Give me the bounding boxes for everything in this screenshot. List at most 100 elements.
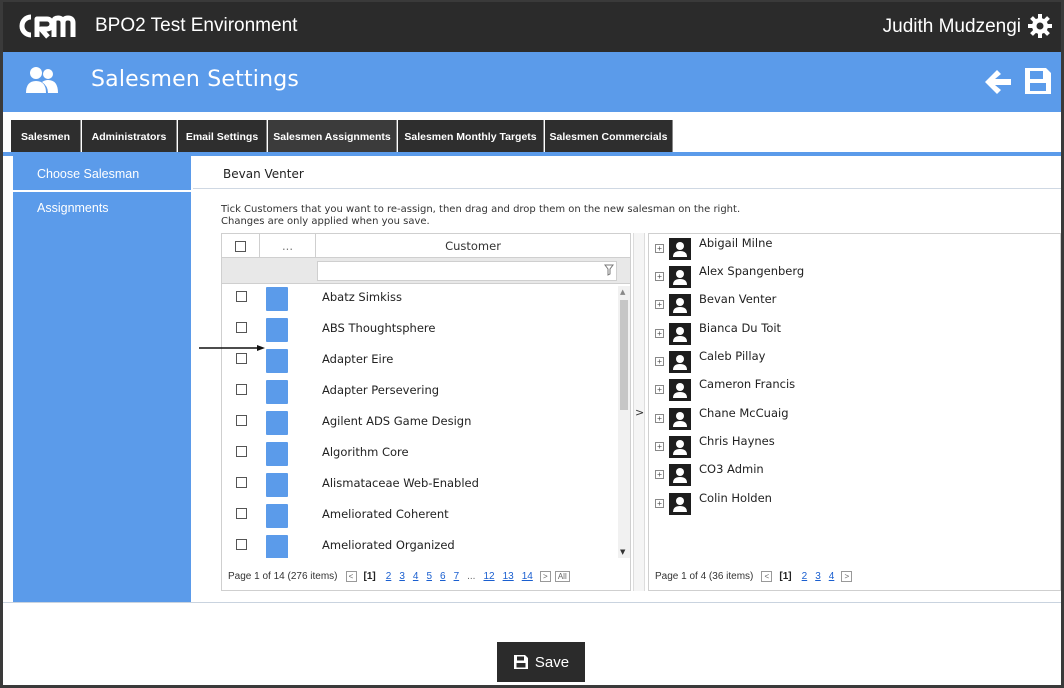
column-menu[interactable]: ... [260, 234, 316, 258]
tree-node[interactable]: + Bevan Venter [649, 292, 1049, 318]
page-link[interactable]: 14 [522, 571, 533, 582]
page-link[interactable]: 3 [399, 571, 405, 582]
user-name[interactable]: Judith Mudzengi [883, 16, 1021, 38]
selected-salesman-row[interactable]: Bevan Venter [193, 159, 1061, 189]
splitter-arrow[interactable]: > [635, 406, 644, 419]
table-row[interactable]: Algorithm Core [222, 441, 617, 472]
row-checkbox[interactable] [236, 508, 247, 519]
select-all-checkbox[interactable] [235, 240, 246, 252]
tab-bar: Salesmen Administrators Email Settings S… [3, 112, 1061, 154]
next-page-button[interactable]: > [539, 570, 551, 582]
tree-node[interactable]: + Alex Spangenberg [649, 264, 1049, 290]
tab-email-settings[interactable]: Email Settings [178, 120, 267, 154]
row-checkbox[interactable] [236, 384, 247, 395]
expand-icon[interactable]: + [655, 300, 664, 309]
tab-salesmen-monthly-targets[interactable]: Salesmen Monthly Targets [398, 120, 544, 154]
person-icon [669, 351, 691, 373]
tree-node[interactable]: + Chris Haynes [649, 434, 1049, 460]
salesman-name: Abigail Milne [699, 236, 773, 250]
table-row[interactable]: ABS Thoughtsphere [222, 317, 617, 348]
salesman-name: Alex Spangenberg [699, 264, 805, 278]
floppy-icon [513, 655, 528, 669]
save-button[interactable]: Save [497, 642, 585, 682]
expand-icon[interactable]: + [655, 357, 664, 366]
scroll-down-icon[interactable]: ▼ [620, 548, 625, 556]
expand-icon[interactable]: + [655, 244, 664, 253]
table-row[interactable]: Ameliorated Organized [222, 534, 617, 558]
tab-salesmen-assignments[interactable]: Salesmen Assignments [268, 120, 397, 154]
person-icon [669, 436, 691, 458]
column-header-customer[interactable]: Customer [316, 234, 630, 258]
expand-icon[interactable]: + [655, 470, 664, 479]
customer-filter-input[interactable] [317, 261, 617, 281]
person-icon [669, 464, 691, 486]
table-row[interactable]: Adapter Persevering [222, 379, 617, 410]
app-window: BPO2 Test Environment Judith Mudzengi Sa… [0, 0, 1064, 688]
row-checkbox[interactable] [236, 446, 247, 457]
app-title: BPO2 Test Environment [95, 15, 298, 36]
customer-name: ABS Thoughtsphere [322, 321, 436, 335]
tree-node[interactable]: + Bianca Du Toit [649, 321, 1049, 347]
row-checkbox[interactable] [236, 291, 247, 302]
tree-node[interactable]: + Caleb Pillay [649, 349, 1049, 375]
pointer-arrow [199, 345, 265, 351]
page-link[interactable]: 12 [483, 571, 494, 582]
prev-page-button[interactable]: < [345, 570, 357, 582]
scroll-up-icon[interactable]: ▲ [620, 288, 625, 296]
page-link[interactable]: 2 [386, 571, 392, 582]
tab-administrators[interactable]: Administrators [82, 120, 177, 154]
page-ellipsis[interactable]: ... [467, 571, 475, 582]
page-link[interactable]: 4 [413, 571, 419, 582]
sidebar-item-choose-salesman[interactable]: Choose Salesman [13, 158, 191, 190]
sidebar-item-assignments[interactable]: Assignments [13, 192, 191, 224]
row-checkbox[interactable] [236, 415, 247, 426]
filter-icon[interactable] [604, 264, 614, 276]
customer-name: Abatz Simkiss [322, 290, 402, 304]
row-checkbox[interactable] [236, 539, 247, 550]
customer-rows: Abatz Simkiss ABS Thoughtsphere Adapter … [222, 286, 617, 558]
expand-icon[interactable]: + [655, 272, 664, 281]
expand-icon[interactable]: + [655, 385, 664, 394]
page-link[interactable]: 13 [503, 571, 514, 582]
table-row[interactable]: Adapter Eire [222, 348, 617, 379]
page-link[interactable]: 2 [802, 571, 808, 582]
gear-icon[interactable] [1027, 13, 1053, 39]
table-row[interactable]: Agilent ADS Game Design [222, 410, 617, 441]
page-link[interactable]: 6 [440, 571, 446, 582]
tree-node[interactable]: + Chane McCuaig [649, 406, 1049, 432]
expand-icon[interactable]: + [655, 329, 664, 338]
next-page-button[interactable]: > [841, 570, 853, 582]
page-link[interactable]: 3 [815, 571, 821, 582]
row-checkbox[interactable] [236, 353, 247, 364]
tab-salesmen[interactable]: Salesmen [11, 120, 81, 154]
building-icon [266, 318, 288, 342]
row-checkbox[interactable] [236, 477, 247, 488]
table-row[interactable]: Ameliorated Coherent [222, 503, 617, 534]
expand-icon[interactable]: + [655, 414, 664, 423]
prev-page-button[interactable]: < [761, 570, 773, 582]
row-checkbox[interactable] [236, 322, 247, 333]
salesman-name: Caleb Pillay [699, 349, 766, 363]
tree-node[interactable]: + Cameron Francis [649, 377, 1049, 403]
show-all-button[interactable]: All [554, 570, 570, 582]
tree-node[interactable]: + CO3 Admin [649, 462, 1049, 488]
expand-icon[interactable]: + [655, 442, 664, 451]
grid-header: ... Customer [222, 234, 630, 258]
scroll-thumb[interactable] [620, 300, 628, 410]
selected-salesman[interactable]: Bevan Venter [223, 167, 304, 181]
page-link[interactable]: 7 [454, 571, 460, 582]
tree-node[interactable]: + Abigail Milne [649, 236, 1049, 262]
person-icon [669, 408, 691, 430]
table-row[interactable]: Abatz Simkiss [222, 286, 617, 317]
table-row[interactable]: Alismataceae Web-Enabled [222, 472, 617, 503]
salesman-name: Bianca Du Toit [699, 321, 782, 335]
expand-icon[interactable]: + [655, 499, 664, 508]
grid-scrollbar[interactable]: ▲ ▼ [618, 286, 630, 558]
back-arrow-icon[interactable] [983, 68, 1013, 96]
save-icon[interactable] [1023, 66, 1053, 96]
page-link[interactable]: 4 [829, 571, 835, 582]
person-icon [669, 493, 691, 515]
tab-salesmen-commercials[interactable]: Salesmen Commercials [545, 120, 673, 154]
tree-node[interactable]: + Colin Holden [649, 491, 1049, 517]
page-link[interactable]: 5 [426, 571, 432, 582]
